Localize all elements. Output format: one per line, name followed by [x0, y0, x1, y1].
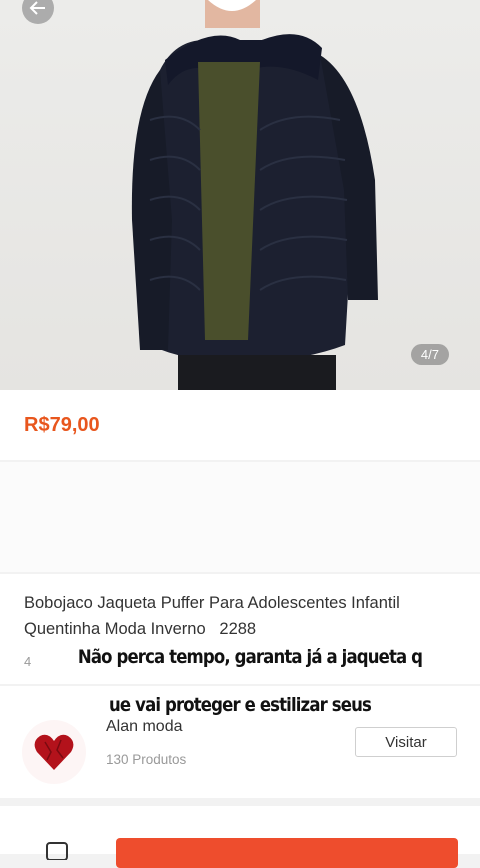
heart-logo-icon [34, 734, 74, 770]
shop-name: Alan moda [106, 718, 183, 735]
product-title-text: Bobojaco Jaqueta Puffer Para Adolescente… [24, 594, 400, 638]
product-price: R$79,00 [24, 414, 100, 436]
sold-prefix: 4 [24, 654, 32, 669]
product-photo [131, 0, 378, 390]
overlay-caption-line-1: Não perca tempo, garanta já a jaqueta q [77, 646, 423, 668]
empty-section [0, 462, 480, 572]
buy-now-button[interactable] [116, 838, 458, 868]
sold-count: 2288 [219, 620, 257, 638]
bottom-action-bar [0, 806, 480, 868]
back-arrow-icon [29, 1, 45, 15]
shop-product-count: 130 Produtos [106, 752, 187, 767]
chat-icon[interactable] [44, 840, 70, 860]
image-counter: 4/7 [410, 344, 449, 365]
shop-avatar[interactable] [22, 720, 86, 784]
overlay-caption-line-2: ue vai proteger e estilizar seus [109, 694, 372, 716]
visit-shop-button[interactable]: Visitar [355, 727, 457, 757]
product-image-carousel[interactable]: 4/7 [0, 0, 480, 390]
product-title: Bobojaco Jaqueta Puffer Para Adolescente… [24, 590, 464, 642]
price-section: R$79,00 [0, 390, 480, 460]
